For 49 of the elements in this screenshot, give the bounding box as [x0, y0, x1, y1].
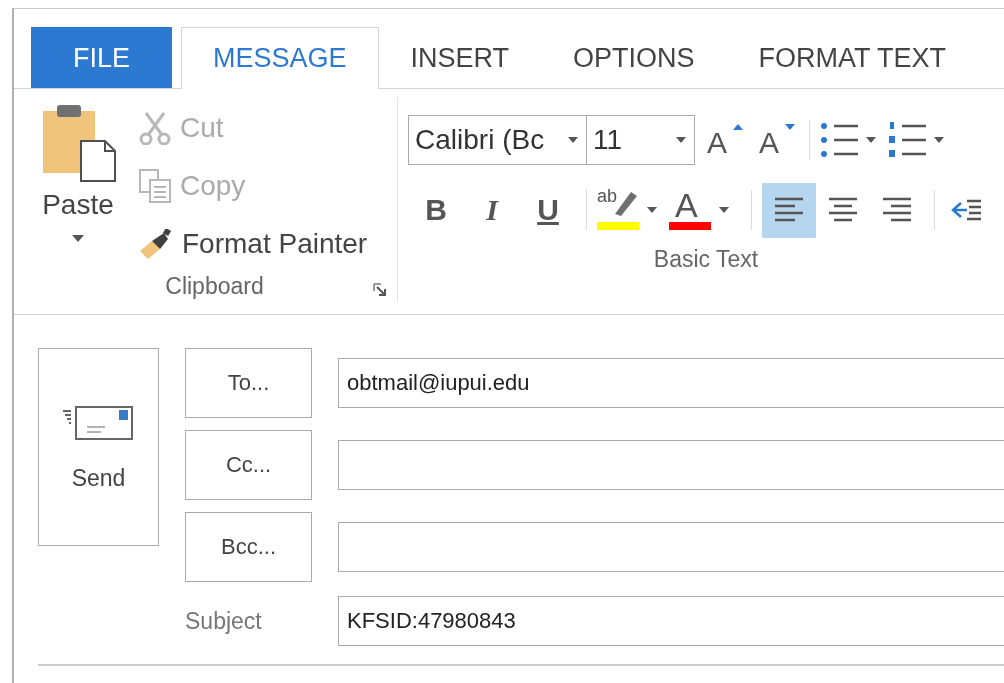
italic-button[interactable]: I — [464, 193, 520, 227]
caret-icon — [72, 235, 84, 242]
copy-icon — [138, 168, 172, 204]
caret-icon — [568, 137, 578, 143]
caret-icon — [866, 137, 876, 143]
recipient-field[interactable] — [338, 440, 1004, 490]
down-triangle-icon — [785, 124, 795, 130]
group-label: Clipboard — [165, 273, 264, 300]
ribbon-tab[interactable]: OPTIONS — [541, 27, 727, 88]
subject-field[interactable]: KFSID:47980843 — [338, 596, 1004, 646]
font-color-button[interactable]: A — [669, 186, 729, 234]
recipient-button[interactable]: To... — [185, 348, 312, 418]
grow-font-button[interactable]: A — [707, 120, 747, 160]
align-left-button[interactable] — [762, 182, 816, 238]
font-size-combo[interactable]: 11 — [587, 115, 695, 165]
recipient-button[interactable]: Cc... — [185, 430, 312, 500]
ribbon-tab[interactable]: INSERT — [378, 27, 542, 88]
caret-icon — [676, 137, 686, 143]
caret-icon — [647, 207, 657, 213]
scissors-icon — [138, 111, 172, 145]
format-painter-button[interactable]: Format Painter — [138, 217, 368, 271]
up-triangle-icon — [733, 124, 743, 130]
recipient-field[interactable] — [338, 522, 1004, 572]
group-label: Basic Text — [653, 245, 759, 273]
ribbon-tab[interactable]: MESSAGE — [181, 27, 379, 89]
recipient-button[interactable]: Bcc... — [185, 512, 312, 582]
align-center-icon — [827, 197, 859, 223]
align-left-icon — [773, 197, 805, 223]
ribbon-tab[interactable]: FORMAT TEXT — [726, 27, 979, 88]
paintbrush-icon — [138, 229, 174, 259]
bullets-button[interactable] — [820, 122, 876, 158]
underline-button[interactable]: U — [520, 193, 576, 227]
shrink-font-button[interactable]: A — [759, 120, 799, 160]
decrease-indent-icon[interactable] — [951, 197, 981, 223]
paste-button[interactable]: Paste — [32, 97, 124, 271]
caret-icon — [719, 207, 729, 213]
font-name-combo[interactable]: Calibri (Bc — [408, 115, 587, 165]
align-right-icon — [881, 197, 913, 223]
send-button[interactable]: Send — [38, 348, 159, 546]
dialog-launcher-icon[interactable] — [373, 283, 387, 297]
numbered-list-icon — [888, 122, 928, 158]
bold-button[interactable]: B — [408, 193, 464, 227]
bulleted-list-icon — [820, 122, 860, 158]
file-tab[interactable]: FILE — [31, 27, 172, 88]
caret-icon — [934, 137, 944, 143]
numbering-button[interactable] — [888, 122, 944, 158]
highlight-button[interactable]: ab — [597, 186, 657, 234]
subject-label: Subject — [185, 607, 263, 635]
recipient-field[interactable]: obtmail@iupui.edu — [338, 358, 1004, 408]
